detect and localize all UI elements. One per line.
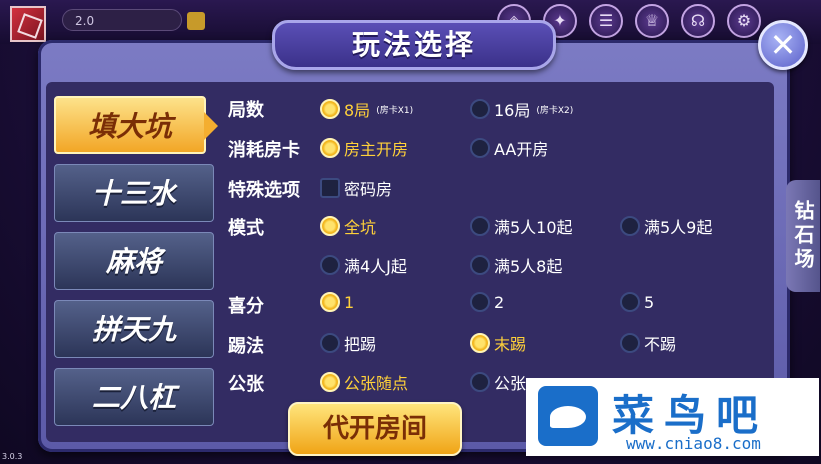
option-16-rounds[interactable]: 16局 (房卡X2) — [470, 97, 573, 121]
radio-icon[interactable] — [470, 216, 490, 236]
option-mode-4pj[interactable]: 满4人J起 — [320, 253, 407, 277]
radio-selected-icon[interactable] — [320, 216, 340, 236]
option-kick-none[interactable]: 不踢 — [620, 331, 676, 355]
radio-icon[interactable] — [470, 372, 490, 392]
radio-icon[interactable] — [470, 99, 490, 119]
version-label: 3.0.3 — [2, 452, 23, 461]
tab-pintianjiu[interactable]: 拼天九 — [54, 300, 214, 358]
radio-icon[interactable] — [620, 292, 640, 312]
radio-icon[interactable] — [470, 138, 490, 158]
close-button[interactable]: ✕ — [758, 20, 808, 70]
option-aa-pays[interactable]: AA开房 — [470, 136, 548, 160]
checkbox-icon[interactable] — [320, 178, 340, 198]
radio-icon[interactable] — [620, 333, 640, 353]
label-special: 特殊选项 — [228, 180, 300, 201]
tab-tiandakeng[interactable]: 填大坑 — [54, 96, 218, 154]
label-kick: 踢法 — [228, 336, 264, 357]
radio-icon[interactable] — [620, 216, 640, 236]
option-mode-5p9[interactable]: 满5人9起 — [620, 214, 712, 238]
dialog-title-plate: 玩法选择 — [272, 20, 556, 70]
option-public-random[interactable]: 公张随点 — [320, 370, 408, 394]
option-mode-quankeng[interactable]: 全坑 — [320, 214, 376, 238]
radio-selected-icon[interactable] — [320, 292, 340, 312]
tab-mahjong[interactable]: 麻将 — [54, 232, 214, 290]
headset-icon[interactable]: ☊ — [681, 4, 715, 38]
tab-shisanshui[interactable]: 十三水 — [54, 164, 214, 222]
option-kick-every[interactable]: 把踢 — [320, 331, 376, 355]
dialog-title: 玩法选择 — [351, 28, 476, 61]
label-public-card: 公张 — [228, 374, 264, 395]
option-password-room[interactable]: 密码房 — [320, 176, 392, 200]
list-icon[interactable]: ☰ — [589, 4, 623, 38]
coin-balance: 2.0 — [62, 9, 182, 31]
radio-selected-icon[interactable] — [470, 333, 490, 353]
radio-selected-icon[interactable] — [320, 138, 340, 158]
watermark-url: www.cniao8.com — [626, 434, 761, 453]
avatar[interactable] — [10, 6, 46, 42]
radio-icon[interactable] — [320, 255, 340, 275]
label-mode: 模式 — [228, 218, 264, 239]
radio-selected-icon[interactable] — [320, 99, 340, 119]
watermark: 菜鸟吧 www.cniao8.com — [526, 378, 819, 456]
bird-logo-icon — [538, 386, 598, 446]
option-8-rounds[interactable]: 8局 (房卡X1) — [320, 97, 413, 121]
create-room-for-others-button[interactable]: 代开房间 — [288, 402, 462, 456]
radio-icon[interactable] — [470, 255, 490, 275]
option-bonus-5[interactable]: 5 — [620, 292, 654, 312]
side-tab-diamond-room[interactable]: 钻石场 — [786, 180, 820, 292]
option-kick-last[interactable]: 末踢 — [470, 331, 526, 355]
close-icon: ✕ — [769, 26, 797, 64]
option-host-pays[interactable]: 房主开房 — [320, 136, 408, 160]
settings-icon[interactable]: ⚙ — [727, 4, 761, 38]
option-public-other[interactable]: 公张 — [470, 370, 526, 394]
option-bonus-2[interactable]: 2 — [470, 292, 504, 312]
label-rounds: 局数 — [228, 100, 264, 121]
add-coins-button[interactable] — [187, 12, 205, 30]
option-mode-5p8[interactable]: 满5人8起 — [470, 253, 562, 277]
label-room-card: 消耗房卡 — [228, 140, 300, 161]
option-mode-5p10[interactable]: 满5人10起 — [470, 214, 573, 238]
option-bonus-1[interactable]: 1 — [320, 292, 354, 312]
radio-selected-icon[interactable] — [320, 372, 340, 392]
radio-icon[interactable] — [320, 333, 340, 353]
cup-icon[interactable]: ♕ — [635, 4, 669, 38]
tab-erbagang[interactable]: 二八杠 — [54, 368, 214, 426]
radio-icon[interactable] — [470, 292, 490, 312]
label-bonus-score: 喜分 — [228, 296, 264, 317]
